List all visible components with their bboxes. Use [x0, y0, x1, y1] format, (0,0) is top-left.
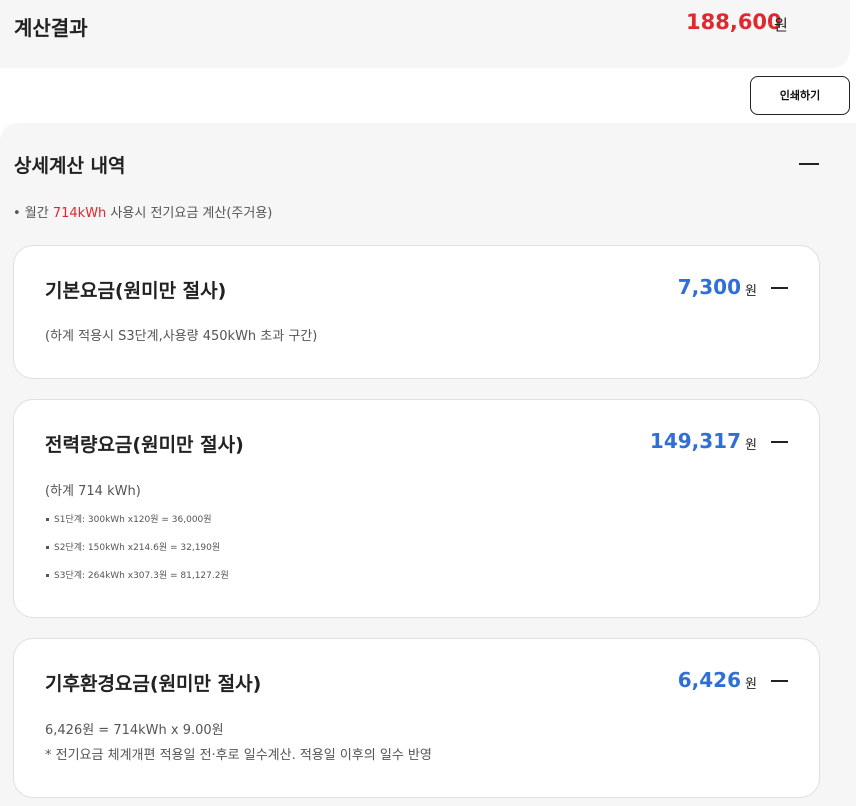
card-note: (하계 714 kWh): [45, 484, 141, 499]
bullet-icon: [46, 518, 49, 521]
usage-highlight: 714kWh: [52, 206, 107, 221]
step-item: S2단계: 150kWh x214.6원 = 32,190원: [46, 540, 220, 553]
climate-fee-card: 기후환경요금(원미만 절사) 6,426 원 6,426원 = 714kWh x…: [13, 638, 820, 798]
total-amount-unit: 원: [774, 16, 788, 34]
print-button[interactable]: 인쇄하기: [750, 76, 850, 115]
energy-fee-card: 전력량요금(원미만 절사) 149,317 원 (하계 714 kWh) S1단…: [13, 399, 820, 618]
collapse-card-button[interactable]: [771, 680, 788, 682]
card-amount: 6,426: [677, 668, 741, 692]
collapse-card-button[interactable]: [771, 441, 788, 443]
card-note: * 전기요금 체계개편 적용일 전·후로 일수계산. 적용일 이후의 일수 반영: [45, 748, 432, 763]
bullet-icon: [46, 574, 49, 577]
card-title: 기후환경요금(원미만 절사): [45, 673, 262, 695]
card-amount-unit: 원: [745, 438, 757, 453]
card-note: (하계 적용시 S3단계,사용량 450kWh 초과 구간): [45, 329, 318, 344]
detail-title: 상세계산 내역: [14, 155, 126, 177]
result-title: 계산결과: [14, 16, 88, 40]
step-text: S1단계: 300kWh x120원 = 36,000원: [54, 515, 212, 525]
collapse-section-button[interactable]: [799, 163, 819, 165]
card-note: 6,426원 = 714kWh x 9.00원: [45, 723, 224, 738]
card-amount-unit: 원: [745, 284, 757, 299]
step-item: S1단계: 300kWh x120원 = 36,000원: [46, 512, 212, 525]
result-summary: 계산결과 188,600 원: [0, 0, 850, 68]
card-title: 전력량요금(원미만 절사): [45, 434, 244, 456]
bullet-icon: [46, 546, 49, 549]
base-fee-card: 기본요금(원미만 절사) 7,300 원 (하계 적용시 S3단계,사용량 45…: [13, 245, 820, 379]
total-amount: 188,600: [686, 10, 782, 34]
step-text: S3단계: 264kWh x307.3원 = 81,127.2원: [54, 571, 229, 581]
detail-description: • 월간 714kWh 사용시 전기요금 계산(주거용): [13, 202, 272, 221]
step-item: S3단계: 264kWh x307.3원 = 81,127.2원: [46, 568, 229, 581]
card-amount: 7,300: [677, 275, 741, 299]
card-title: 기본요금(원미만 절사): [45, 280, 227, 302]
card-amount: 149,317: [649, 429, 741, 453]
collapse-card-button[interactable]: [771, 287, 788, 289]
step-text: S2단계: 150kWh x214.6원 = 32,190원: [54, 543, 221, 553]
card-amount-unit: 원: [745, 677, 757, 692]
detail-desc-suffix: 사용시 전기요금 계산(주거용): [106, 206, 273, 221]
detail-desc-prefix: • 월간: [13, 206, 53, 221]
